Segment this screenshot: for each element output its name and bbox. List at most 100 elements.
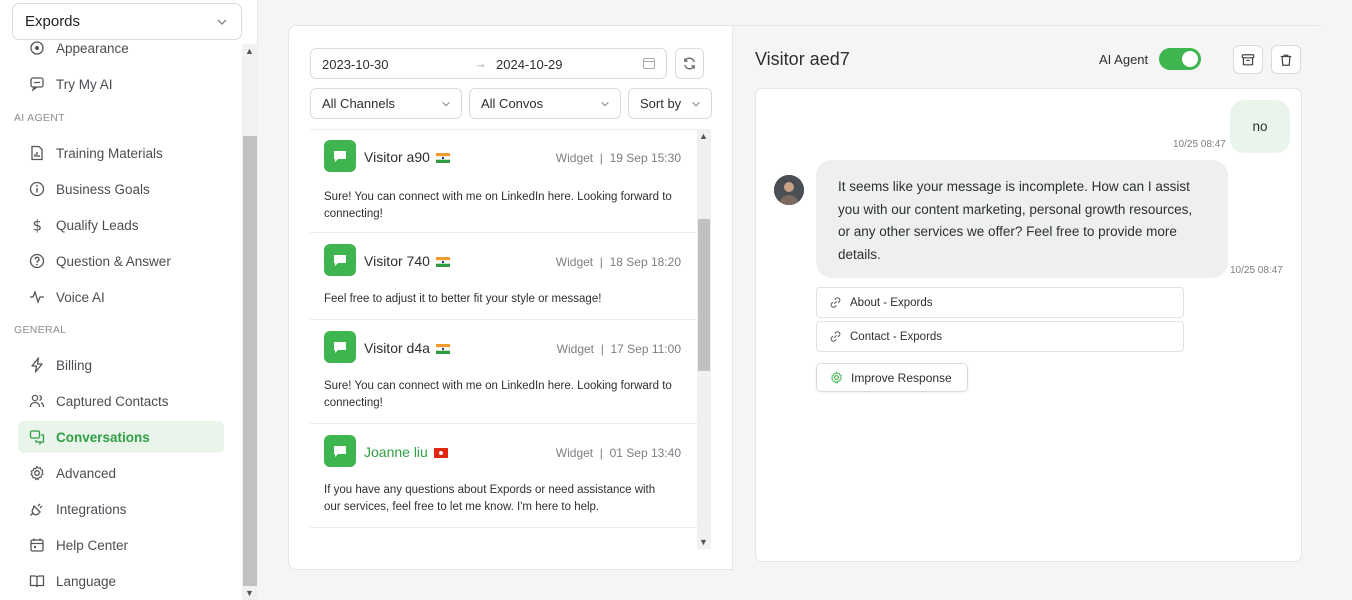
sidebar-item-question-answer[interactable]: Question & Answer (18, 245, 224, 277)
conversations-icon (28, 428, 46, 446)
dollar-icon: $ (28, 216, 46, 234)
sidebar-item-integrations[interactable]: Integrations (18, 493, 224, 525)
chevron-down-icon (442, 101, 450, 107)
channel-label: Widget (555, 255, 594, 269)
visitor-name-text: Visitor 740 (364, 253, 430, 269)
sidebar-item-label: Try My AI (56, 76, 113, 92)
channel-label: Widget (556, 342, 595, 356)
sidebar-item-try-my-ai[interactable]: Try My AI (18, 68, 224, 100)
sidebar-item-captured-contacts[interactable]: Captured Contacts (18, 385, 224, 417)
link-label: Contact - Expords (850, 330, 943, 343)
calendar-icon (642, 57, 656, 70)
chat-bubble-icon (324, 140, 356, 172)
message-preview: Feel free to adjust it to better fit you… (324, 293, 602, 305)
hong-kong-flag-icon (433, 448, 448, 459)
conversation-list: Visitor a90 Widget | 19 Sep 15:30 Sure! … (310, 129, 697, 549)
sidebar-item-advanced[interactable]: Advanced (18, 457, 224, 489)
sidebar-item-label: Qualify Leads (56, 217, 139, 233)
lightning-icon (28, 356, 46, 374)
arrow-right-icon: → (474, 56, 487, 71)
sidebar-item-business-goals[interactable]: Business Goals (18, 173, 224, 205)
chat-panel: Visitor aed7 AI Agent no 10/25 08:47 It … (733, 26, 1326, 571)
scroll-up-icon[interactable]: ▲ (245, 46, 254, 56)
sidebar-item-training-materials[interactable]: Training Materials (18, 137, 224, 169)
list-scroll-thumb[interactable] (698, 219, 710, 371)
channels-filter-value: All Channels (322, 96, 395, 111)
visitor-name: Visitor d4a (364, 340, 450, 356)
source-link-about[interactable]: About - Expords (816, 287, 1184, 318)
sidebar-item-label: Help Center (56, 537, 129, 553)
message-preview: Sure! You can connect with me on LinkedI… (324, 191, 672, 220)
info-icon (28, 180, 46, 198)
conversation-list-scrollbar[interactable]: ▲ ▼ (697, 129, 711, 549)
convos-filter-value: All Convos (481, 96, 544, 111)
sidebar-item-qualify-leads[interactable]: $ Qualify Leads (18, 209, 224, 241)
sidebar-scrollbar[interactable]: ▲ ▼ (242, 44, 258, 600)
bot-message-bubble: It seems like your message is incomplete… (816, 160, 1228, 278)
source-link-contact[interactable]: Contact - Expords (816, 321, 1184, 352)
users-icon (28, 392, 46, 410)
sidebar-item-label: Question & Answer (56, 253, 171, 269)
workspace-name: Expords (25, 13, 81, 30)
sidebar-item-label: Business Goals (56, 181, 150, 197)
plug-icon (28, 500, 46, 518)
visitor-name: Visitor a90 (364, 149, 450, 165)
scroll-down-icon[interactable]: ▼ (245, 588, 254, 598)
conversation-date: 01 Sep 13:40 (609, 446, 681, 460)
sidebar-item-billing[interactable]: Billing (18, 349, 224, 381)
india-flag-icon (435, 153, 450, 164)
conversation-meta: Widget | 18 Sep 18:20 (555, 255, 681, 269)
sidebar-item-label: Integrations (56, 501, 127, 517)
sidebar-nav: Appearance Try My AI AI AGENT Training M… (0, 40, 242, 600)
visitor-name: Joanne liu (364, 444, 448, 460)
conversation-meta: Widget | 19 Sep 15:30 (555, 151, 681, 165)
sidebar-item-help-center[interactable]: Help Center (18, 529, 224, 561)
visitor-name-text: Visitor a90 (364, 149, 430, 165)
sidebar-item-appearance[interactable]: Appearance (18, 40, 224, 64)
date-to[interactable]: 2024-10-29 (496, 57, 563, 72)
conversation-item[interactable]: Visitor 740 Widget | 18 Sep 18:20 Feel f… (310, 233, 697, 320)
channel-label: Widget (555, 446, 594, 460)
india-flag-icon (435, 257, 450, 268)
archive-button[interactable] (1233, 45, 1263, 74)
workspace-select[interactable]: Expords (12, 3, 242, 40)
date-range-picker[interactable]: 2023-10-30 → 2024-10-29 (310, 48, 667, 79)
delete-button[interactable] (1271, 45, 1301, 74)
user-message-time: 10/25 08:47 (1173, 139, 1226, 150)
convos-filter[interactable]: All Convos (469, 88, 621, 119)
sidebar-item-voice-ai[interactable]: Voice AI (18, 281, 224, 313)
refresh-button[interactable] (675, 48, 704, 79)
chat-bubble-icon (324, 331, 356, 363)
sidebar-item-label: Billing (56, 357, 93, 373)
gear-icon (28, 464, 46, 482)
conversation-date: 17 Sep 11:00 (610, 342, 681, 356)
conversations-card: 2023-10-30 → 2024-10-29 All Channels All… (288, 25, 1326, 571)
sidebar-item-label: Captured Contacts (56, 393, 169, 409)
sparkle-gear-icon (830, 371, 843, 384)
visitor-name: Visitor 740 (364, 253, 450, 269)
conversation-item[interactable]: Visitor d4a Widget | 17 Sep 11:00 Sure! … (310, 320, 697, 424)
sidebar-item-language[interactable]: Language (18, 565, 224, 597)
conversation-item[interactable]: Joanne liu Widget | 01 Sep 13:40 If you … (310, 424, 697, 528)
sort-by-value: Sort by (640, 96, 682, 111)
question-icon (28, 252, 46, 270)
ai-agent-toggle[interactable] (1159, 48, 1201, 70)
message-preview: If you have any questions about Expords … (324, 484, 656, 513)
conversation-item[interactable]: Visitor a90 Widget | 19 Sep 15:30 Sure! … (310, 130, 697, 233)
sort-by-select[interactable]: Sort by (628, 88, 712, 119)
link-label: About - Expords (850, 296, 933, 309)
eye-icon (28, 40, 46, 57)
india-flag-icon (435, 344, 450, 355)
sidebar-item-conversations[interactable]: Conversations (18, 421, 224, 453)
conversation-date: 19 Sep 15:30 (609, 151, 681, 165)
book-icon (28, 572, 46, 590)
channels-filter[interactable]: All Channels (310, 88, 462, 119)
scroll-up-icon[interactable]: ▲ (699, 131, 708, 141)
sidebar-scroll-thumb[interactable] (243, 136, 257, 586)
date-from[interactable]: 2023-10-30 (322, 57, 389, 72)
conversation-meta: Widget | 17 Sep 11:00 (556, 342, 681, 356)
improve-response-button[interactable]: Improve Response (816, 363, 968, 392)
waveform-icon (28, 288, 46, 306)
chat-title: Visitor aed7 (755, 49, 850, 69)
scroll-down-icon[interactable]: ▼ (699, 537, 708, 547)
